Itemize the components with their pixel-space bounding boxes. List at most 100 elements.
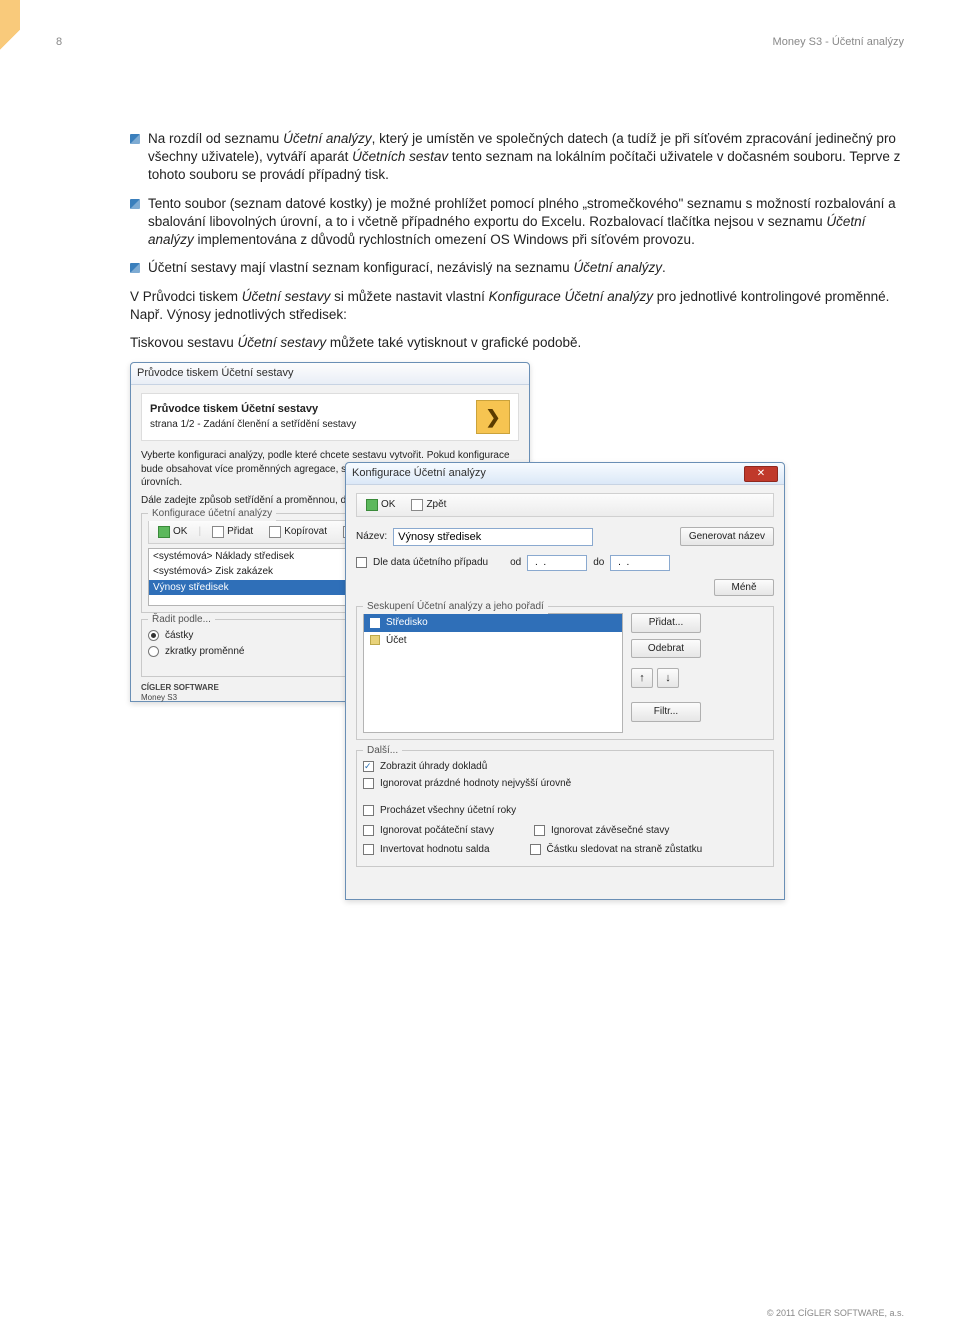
wizard-header: Průvodce tiskem Účetní sestavy strana 1/… [141,393,519,441]
opt1-checkbox[interactable] [363,761,374,772]
copy-icon [269,526,281,538]
italic: Účetní analýzy [283,131,372,146]
opt3-checkbox[interactable] [363,805,374,816]
text: V Průvodci tiskem [130,289,242,304]
opt4-checkbox[interactable] [363,825,374,836]
screenshot-region: Průvodce tiskem Účetní sestavy Průvodce … [130,362,890,902]
checkbox-label: Invertovat hodnotu salda [380,843,490,857]
filter-button[interactable]: Filtr... [631,702,701,722]
config-dialog: Konfigurace Účetní analýzy ✕ OK Zpět Náz… [345,462,785,900]
group-legend: Řadit podle... [148,613,215,627]
window-title: Průvodce tiskem Účetní sestavy [131,363,529,385]
wizard-title: Průvodce tiskem Účetní sestavy [150,402,356,417]
text: Tento soubor (seznam datové kostky) je m… [148,196,896,229]
window-body: OK Zpět Název: Generovat název Dle data … [346,485,784,881]
checkbox-label: Ignorovat prázdné hodnoty nejvyšší úrovn… [380,777,571,791]
text: Účetní sestavy mají vlastní seznam konfi… [148,260,573,275]
text: si můžete nastavit vlastní [330,289,488,304]
grouping-list[interactable]: Středisko Účet [363,613,623,733]
italic: Účetní sestavy [238,335,327,350]
wizard-icon: ❯ [476,400,510,434]
main-content: Na rozdíl od seznamu Účetní analýzy, kte… [130,130,910,902]
group-legend: Konfigurace účetní analýzy [148,507,276,521]
radio-variable[interactable] [148,646,159,657]
checkbox-label: Částku sledovat na straně zůstatku [547,843,703,857]
text: Na rozdíl od seznamu [148,131,283,146]
ok-button[interactable]: OK [361,496,400,514]
add-button[interactable]: Přidat [207,523,258,541]
paragraph-1: V Průvodci tiskem Účetní sestavy si může… [130,288,910,324]
close-button[interactable]: ✕ [744,466,778,482]
text: . [662,260,666,275]
window-title: Konfigurace Účetní analýzy ✕ [346,463,784,485]
checkbox-label: Procházet všechny účetní roky [380,804,516,818]
add-grouping-button[interactable]: Přidat... [631,613,701,633]
less-button[interactable]: Méně [714,579,774,597]
wizard-subtitle: strana 1/2 - Zadání členění a setřídění … [150,419,356,430]
text: Tiskovou sestavu [130,335,238,350]
label: Zpět [426,498,446,512]
ok-button[interactable]: OK [153,523,192,541]
remove-grouping-button[interactable]: Odebrat [631,639,701,659]
label: Přidat [227,525,253,539]
brand-name: CÍGLER SOFTWARE [141,683,219,692]
text: můžete také vytisknout v grafické podobě… [326,335,581,350]
italic: Účetních sestav [352,149,448,164]
checkbox-label: Ignorovat závěsečné stavy [551,824,669,838]
group-more: Další... Zobrazit úhrady dokladů Ignorov… [356,750,774,867]
bullet-2: Tento soubor (seznam datové kostky) je m… [130,195,910,250]
dialog-toolbar: OK Zpět [356,493,774,517]
date-from-input[interactable] [527,555,587,571]
back-icon [411,499,423,511]
label: Středisko [386,616,428,630]
label: Kopírovat [284,525,327,539]
grouping-buttons: Přidat... Odebrat ↑ ↓ Filtr... [631,613,701,722]
radio-amount[interactable] [148,630,159,641]
move-up-button[interactable]: ↑ [631,668,653,688]
title-text: Konfigurace Účetní analýzy [352,467,486,479]
opt7-checkbox[interactable] [530,844,541,855]
group-grouping: Seskupení Účetní analýzy a jeho pořadí S… [356,606,774,740]
bullet-1: Na rozdíl od seznamu Účetní analýzy, kte… [130,130,910,185]
label: OK [381,498,395,512]
folder-icon [370,635,380,645]
to-label: do [593,556,604,570]
date-to-input[interactable] [610,555,670,571]
wizard-header-text: Průvodce tiskem Účetní sestavy strana 1/… [150,402,356,432]
opt6-checkbox[interactable] [363,844,374,855]
checkbox-label: Ignorovat počáteční stavy [380,824,494,838]
page-number: 8 [56,36,62,48]
label: OK [173,525,187,539]
italic: Účetní sestavy [242,289,331,304]
check-icon [158,526,170,538]
italic: Účetní analýzy [573,260,662,275]
checkbox-label: Zobrazit úhrady dokladů [380,760,487,774]
list-item[interactable]: Účet [364,632,622,650]
from-label: od [510,556,521,570]
group-legend: Další... [363,744,402,758]
label: Účet [386,634,407,648]
list-item-selected[interactable]: Středisko [364,614,622,632]
folder-icon [370,618,380,628]
move-down-button[interactable]: ↓ [657,668,679,688]
paragraph-2: Tiskovou sestavu Účetní sestavy můžete t… [130,334,910,352]
opt2-checkbox[interactable] [363,778,374,789]
italic: Konfigurace Účetní analýzy [489,289,653,304]
date-filter-checkbox[interactable] [356,557,367,568]
doc-title: Money S3 - Účetní analýzy [773,36,904,48]
doc-icon [212,526,224,538]
name-input[interactable] [393,528,593,546]
check-icon [366,499,378,511]
page-footer: © 2011 CÍGLER SOFTWARE, a.s. [767,1308,904,1318]
radio-label: částky [165,629,193,643]
bullet-3: Účetní sestavy mají vlastní seznam konfi… [130,259,910,277]
copy-button[interactable]: Kopírovat [264,523,332,541]
generate-name-button[interactable]: Generovat název [680,527,774,547]
opt5-checkbox[interactable] [534,825,545,836]
back-button[interactable]: Zpět [406,496,451,514]
checkbox-label: Dle data účetního případu [373,556,488,570]
radio-label: zkratky proměnné [165,645,244,659]
page-accent [0,0,20,80]
text: implementována z důvodů rychlostních ome… [194,232,695,247]
name-label: Název: [356,530,387,544]
